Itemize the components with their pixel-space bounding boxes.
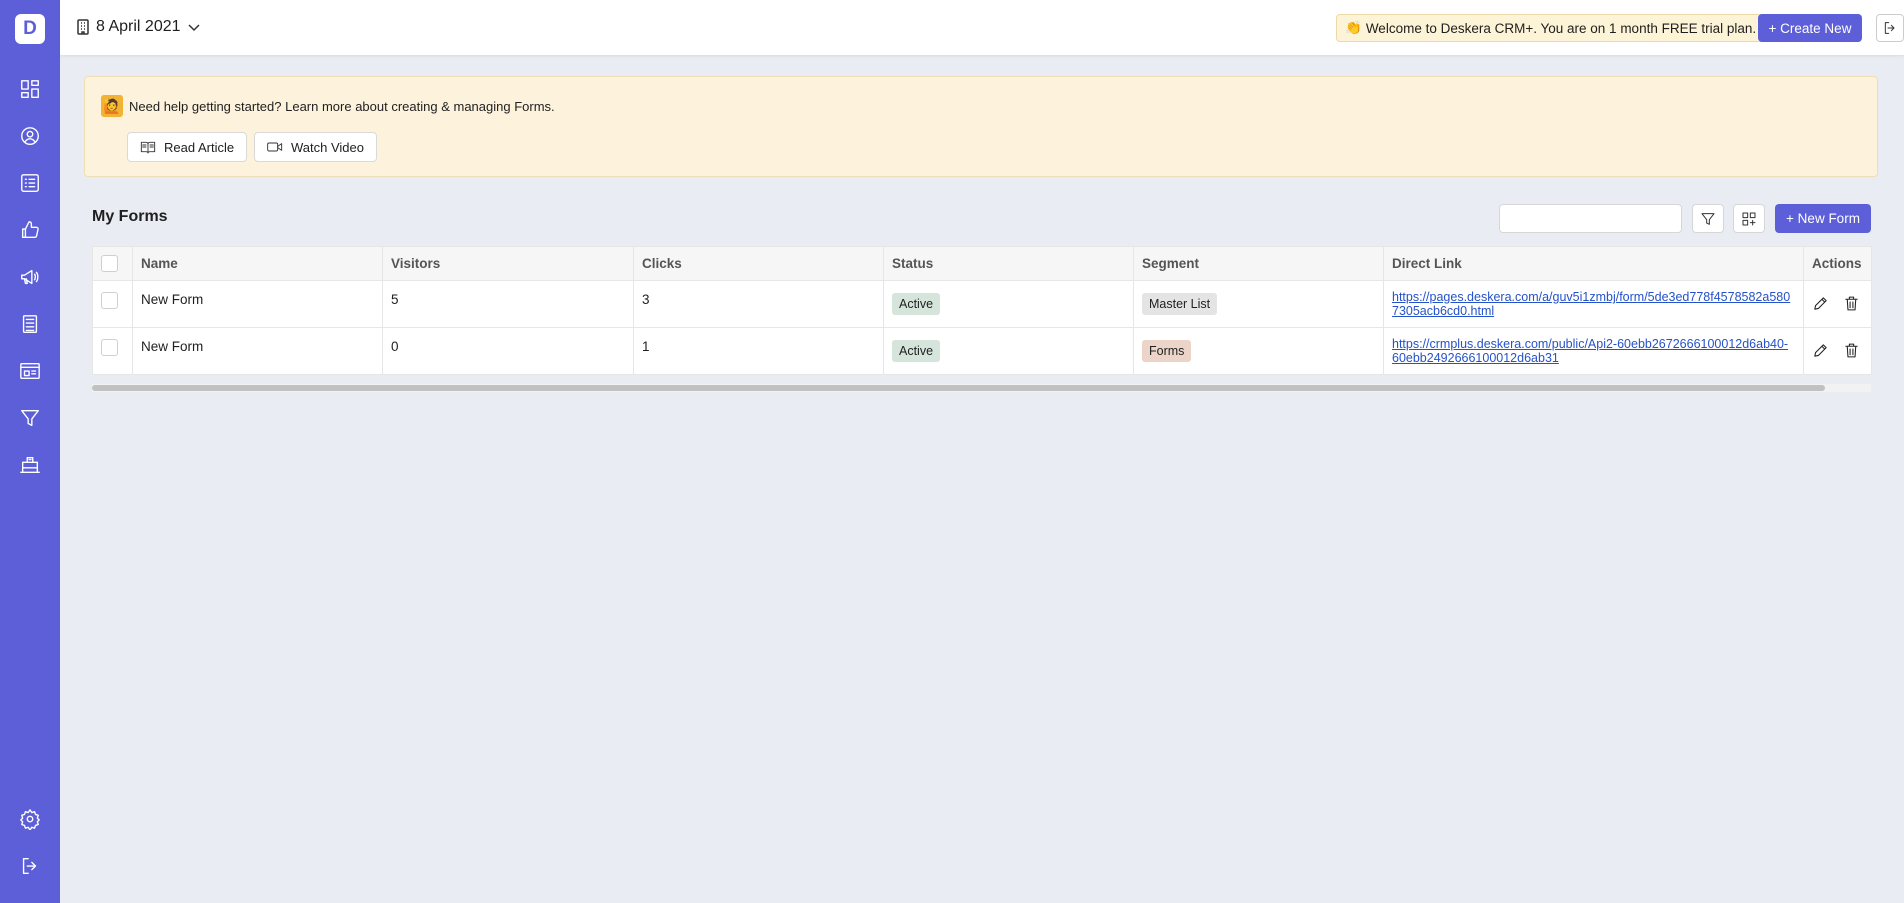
create-new-button[interactable]: + Create New (1758, 14, 1862, 42)
help-text: Need help getting started? Learn more ab… (129, 98, 555, 114)
deals-icon[interactable] (18, 218, 42, 242)
desk-icon[interactable] (18, 453, 42, 477)
select-all-checkbox[interactable] (101, 254, 118, 272)
date-label: 8 April 2021 (96, 18, 181, 35)
read-article-label: Read Article (164, 139, 235, 155)
horizontal-scrollbar[interactable] (92, 384, 1871, 392)
header-logout-button[interactable] (1876, 14, 1904, 42)
direct-link[interactable]: https://crmplus.deskera.com/public/Api2-… (1392, 337, 1795, 365)
column-header-visitors[interactable]: Visitors (382, 246, 634, 281)
landing-page-icon[interactable] (18, 359, 42, 383)
book-icon (140, 141, 156, 154)
add-column-button[interactable] (1733, 204, 1765, 233)
segment-badge: Forms (1142, 340, 1192, 362)
select-all-cell (92, 246, 133, 281)
column-header-status[interactable]: Status (883, 246, 1134, 281)
trash-icon[interactable] (1843, 295, 1860, 312)
clap-emoji-icon: 👏 (1345, 20, 1362, 35)
help-banner: 🙋 Need help getting started? Learn more … (84, 76, 1878, 177)
visitors-count: 5 (382, 280, 634, 328)
my-forms-title: My Forms (92, 208, 168, 225)
scrollbar-thumb[interactable] (92, 385, 1825, 391)
filter-button[interactable] (1692, 204, 1724, 233)
forms-icon[interactable] (18, 312, 42, 336)
dashboard-icon[interactable] (18, 77, 42, 101)
top-header: 8 April 2021 👏 Welcome to Deskera CRM+. … (60, 0, 1904, 55)
status-badge: Active (892, 293, 941, 315)
sidebar: D (0, 0, 60, 903)
date-selector[interactable]: 8 April 2021 (76, 16, 201, 38)
app-logo[interactable]: D (15, 14, 45, 44)
building-icon (77, 19, 89, 35)
segment-badge: Master List (1142, 293, 1218, 315)
logout-icon (1884, 22, 1895, 34)
edit-icon[interactable] (1812, 295, 1829, 312)
column-header-clicks[interactable]: Clicks (633, 246, 884, 281)
campaign-icon[interactable] (18, 265, 42, 289)
clicks-count: 3 (633, 280, 884, 328)
column-header-actions: Actions (1803, 246, 1872, 281)
new-form-button[interactable]: + New Form (1775, 204, 1871, 233)
column-header-segment[interactable]: Segment (1133, 246, 1384, 281)
table-row: New Form 0 1 Active Forms https://crmplu… (92, 327, 1872, 375)
visitors-count: 0 (382, 327, 634, 375)
list-icon[interactable] (18, 171, 42, 195)
logout-icon[interactable] (18, 854, 42, 878)
column-header-direct-link[interactable]: Direct Link (1383, 246, 1804, 281)
watch-video-button[interactable]: Watch Video (254, 132, 377, 162)
trial-text: Welcome to Deskera CRM+. You are on 1 mo… (1365, 20, 1757, 36)
video-camera-icon (267, 142, 283, 152)
read-article-button[interactable]: Read Article (127, 132, 248, 162)
clicks-count: 1 (633, 327, 884, 375)
row-checkbox[interactable] (101, 339, 118, 356)
grid-plus-icon (1742, 212, 1756, 225)
funnel-icon[interactable] (18, 406, 42, 430)
trial-banner: 👏 Welcome to Deskera CRM+. You are on 1 … (1336, 14, 1768, 42)
row-checkbox[interactable] (101, 292, 118, 309)
filter-icon (1701, 212, 1715, 225)
contacts-icon[interactable] (18, 124, 42, 148)
watch-video-label: Watch Video (291, 139, 364, 155)
status-badge: Active (892, 340, 941, 362)
settings-icon[interactable] (18, 807, 42, 831)
trash-icon[interactable] (1843, 342, 1860, 359)
form-name[interactable]: New Form (132, 280, 383, 328)
chevron-down-icon (187, 24, 200, 32)
direct-link[interactable]: https://pages.deskera.com/a/guv5i1zmbj/f… (1392, 290, 1795, 318)
search-box (1499, 204, 1682, 233)
edit-icon[interactable] (1812, 342, 1829, 359)
table-header-row: Name Visitors Clicks Status Segment Dire… (92, 246, 1872, 281)
forms-table: Name Visitors Clicks Status Segment Dire… (92, 246, 1872, 375)
search-input[interactable] (1500, 205, 1681, 232)
form-name[interactable]: New Form (132, 327, 383, 375)
help-person-icon: 🙋 (101, 95, 123, 117)
table-row: New Form 5 3 Active Master List https://… (92, 280, 1872, 328)
column-header-name[interactable]: Name (132, 246, 383, 281)
